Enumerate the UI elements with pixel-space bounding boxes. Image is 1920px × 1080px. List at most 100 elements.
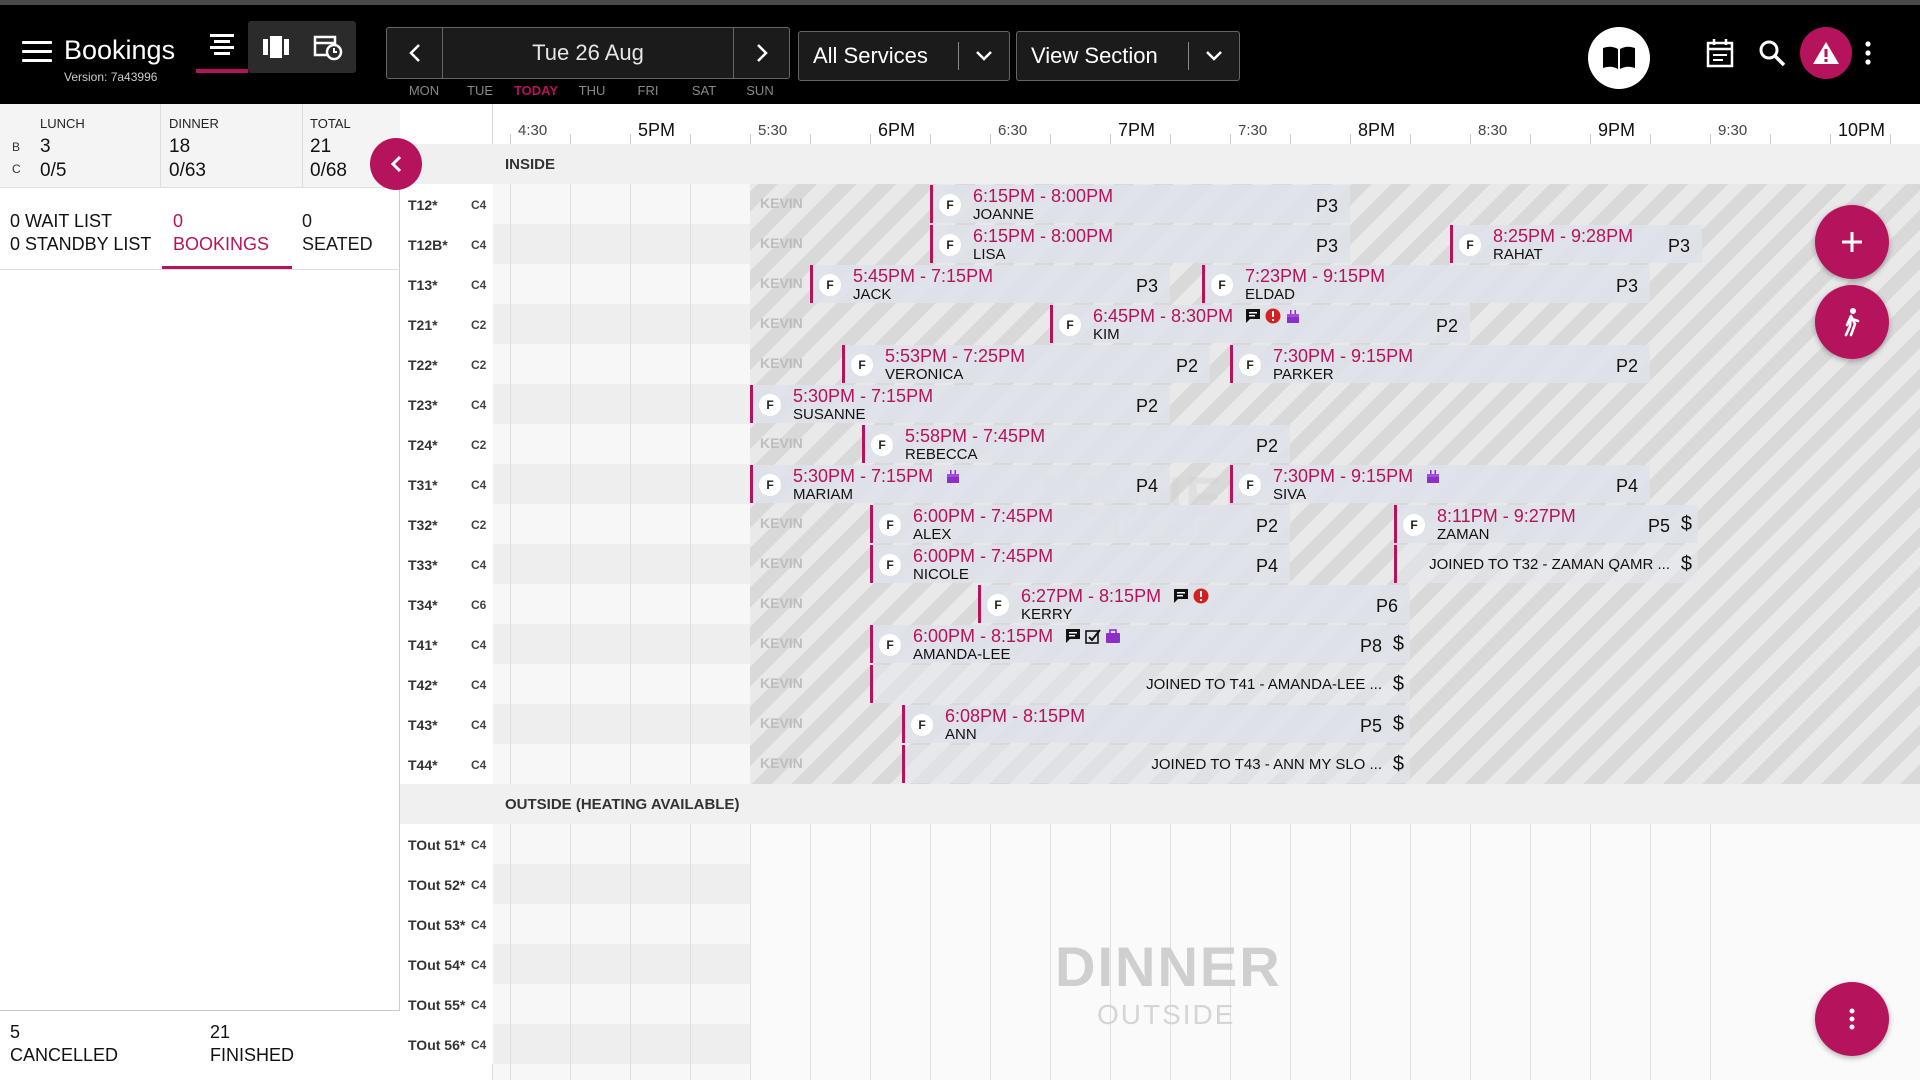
table-name: TOut 56* [408,1037,466,1053]
more-actions-button[interactable] [1815,982,1889,1056]
add-booking-button[interactable] [1815,205,1889,279]
summary-dinner-b: 18 [169,136,191,157]
booking-block[interactable]: F 8:25PM - 9:28PM RAHAT P3 [1450,225,1702,263]
booking-block[interactable]: F 5:30PM - 7:15PM MARIAM P4 [750,465,1170,503]
joined-table-label: JOINED TO T41 - AMANDA-LEE ... [1146,676,1382,693]
outside-table-label[interactable]: TOut 53* C4 [400,904,493,944]
inside-table-label[interactable]: T32* C2 [400,504,493,544]
more-vertical-icon [1865,41,1871,65]
booking-block[interactable]: F 6:15PM - 8:00PM LISA P3 [930,225,1350,263]
booking-block[interactable]: F 6:00PM - 8:15PM AMANDA-LEE P8 $ [870,625,1410,663]
inside-table-label[interactable]: T12* C4 [400,184,493,224]
outside-gridline [1590,824,1591,1080]
check-icon [1085,628,1101,644]
joined-booking-block[interactable]: JOINED TO T41 - AMANDA-LEE ... $ [870,665,1410,703]
table-name: T44* [408,757,438,773]
inside-table-label[interactable]: T22* C2 [400,344,493,384]
menu-icon[interactable] [22,41,52,63]
booking-icons [1425,468,1441,484]
inside-table-label[interactable]: T33* C4 [400,544,493,584]
standby-list-link[interactable]: 0 STANDBY LIST [10,233,151,256]
calendar-schedule-button[interactable] [302,21,354,73]
booking-block[interactable]: F 7:30PM - 9:15PM SIVA P4 [1230,465,1650,503]
booking-block[interactable]: F 7:23PM - 9:15PM ELDAD P3 [1202,265,1650,303]
reservation-book-button[interactable] [1588,27,1650,89]
inside-table-label[interactable]: T23* C4 [400,384,493,424]
booking-block[interactable]: F 5:58PM - 7:45PM REBECCA P2 [862,425,1290,463]
table-capacity: C4 [471,998,487,1012]
next-day-button[interactable] [733,28,789,78]
joined-booking-block[interactable]: JOINED TO T32 - ZAMAN QAMR ... $ [1394,545,1698,583]
time-tick [990,134,991,144]
section-dropdown[interactable]: View Section [1016,31,1240,81]
search-button[interactable] [1754,35,1790,71]
weekday-mon[interactable]: MON [396,83,452,98]
booking-flag: F [911,714,933,736]
booking-block[interactable]: F 5:45PM - 7:15PM JACK P3 [810,265,1170,303]
calendar-button[interactable] [1702,35,1738,71]
outside-table-label[interactable]: TOut 54* C4 [400,944,493,984]
walk-in-button[interactable] [1815,285,1889,359]
more-options-button[interactable] [1858,35,1878,71]
weekday-today[interactable]: TODAY [508,83,564,98]
finished-label[interactable]: FINISHED [210,1044,294,1067]
outside-table-label[interactable]: TOut 56* C4 [400,1024,493,1064]
cancelled-count[interactable]: 5 [10,1021,20,1044]
services-dropdown[interactable]: All Services [798,31,1010,81]
previous-day-button[interactable] [387,28,443,78]
cancelled-label[interactable]: CANCELLED [10,1044,118,1067]
booking-block[interactable]: F 6:00PM - 7:45PM NICOLE P4 [870,545,1290,583]
joined-booking-block[interactable]: JOINED TO T43 - ANN MY SLO ... $ [902,745,1410,783]
outside-table-label[interactable]: TOut 55* C4 [400,984,493,1024]
weekday-tue[interactable]: TUE [452,83,508,98]
collapse-panel-button[interactable] [370,138,422,190]
booking-block[interactable]: F 8:11PM - 9:27PM ZAMAN P5 $ [1394,505,1698,543]
booking-block[interactable]: F 5:30PM - 7:15PM SUSANNE P2 [750,385,1170,423]
booking-block[interactable]: F 6:00PM - 7:45PM ALEX P2 [870,505,1290,543]
summary-lunch-label: LUNCH [40,116,85,131]
weekday-fri[interactable]: FRI [620,83,676,98]
table-name: T12B* [408,237,448,253]
inside-table-label[interactable]: T12B* C4 [400,224,493,264]
booking-block[interactable]: F 6:15PM - 8:00PM JOANNE P3 [930,185,1350,223]
wait-list-link[interactable]: 0 WAIT LIST [10,210,112,233]
outside-gridline [1350,824,1351,1080]
inside-table-label[interactable]: T41* C4 [400,624,493,664]
inside-table-label[interactable]: T44* C4 [400,744,493,784]
chevron-down-icon [959,50,1009,62]
time-label: 8PM [1358,120,1396,140]
tab-bookings-count[interactable]: 0 [173,210,183,233]
tab-seated-count[interactable]: 0 [302,210,312,233]
weekday-thu[interactable]: THU [564,83,620,98]
booking-flag: F [1211,274,1233,296]
finished-count[interactable]: 21 [210,1021,230,1044]
party-size: P8 [1359,636,1382,656]
inside-table-label[interactable]: T21* C2 [400,304,493,344]
booking-block[interactable]: F 6:08PM - 8:15PM ANN P5 $ [902,705,1410,743]
inside-table-label[interactable]: T13* C4 [400,264,493,304]
booking-flag: F [851,354,873,376]
inside-table-label[interactable]: T24* C2 [400,424,493,464]
guest-name: ALEX [913,526,952,543]
timeline-view-button[interactable] [196,21,248,73]
warning-button[interactable] [1800,27,1852,79]
outside-watermark-sub: OUTSIDE [1097,999,1236,1030]
outside-table-label[interactable]: TOut 51* C4 [400,824,493,864]
weekday-sat[interactable]: SAT [676,83,732,98]
inside-table-label[interactable]: T34* C6 [400,584,493,624]
date-label[interactable]: Tue 26 Aug [443,28,733,78]
booking-block[interactable]: F 6:45PM - 8:30PM KIM P2 [1050,305,1470,343]
inside-table-label[interactable]: T42* C4 [400,664,493,704]
time-label: 9PM [1598,120,1636,140]
tab-seated[interactable]: SEATED [302,233,373,256]
cake-icon [1425,468,1441,484]
booking-block[interactable]: F 7:30PM - 9:15PM PARKER P2 [1230,345,1650,383]
floorplan-view-button[interactable] [250,21,302,73]
outside-table-label[interactable]: TOut 52* C4 [400,864,493,904]
inside-table-label[interactable]: T43* C4 [400,704,493,744]
tab-bookings[interactable]: BOOKINGS [173,233,269,256]
booking-block[interactable]: F 6:27PM - 8:15PM KERRY P6 [978,585,1410,623]
booking-block[interactable]: F 5:53PM - 7:25PM VERONICA P2 [842,345,1210,383]
weekday-sun[interactable]: SUN [732,83,788,98]
inside-table-label[interactable]: T31* C4 [400,464,493,504]
